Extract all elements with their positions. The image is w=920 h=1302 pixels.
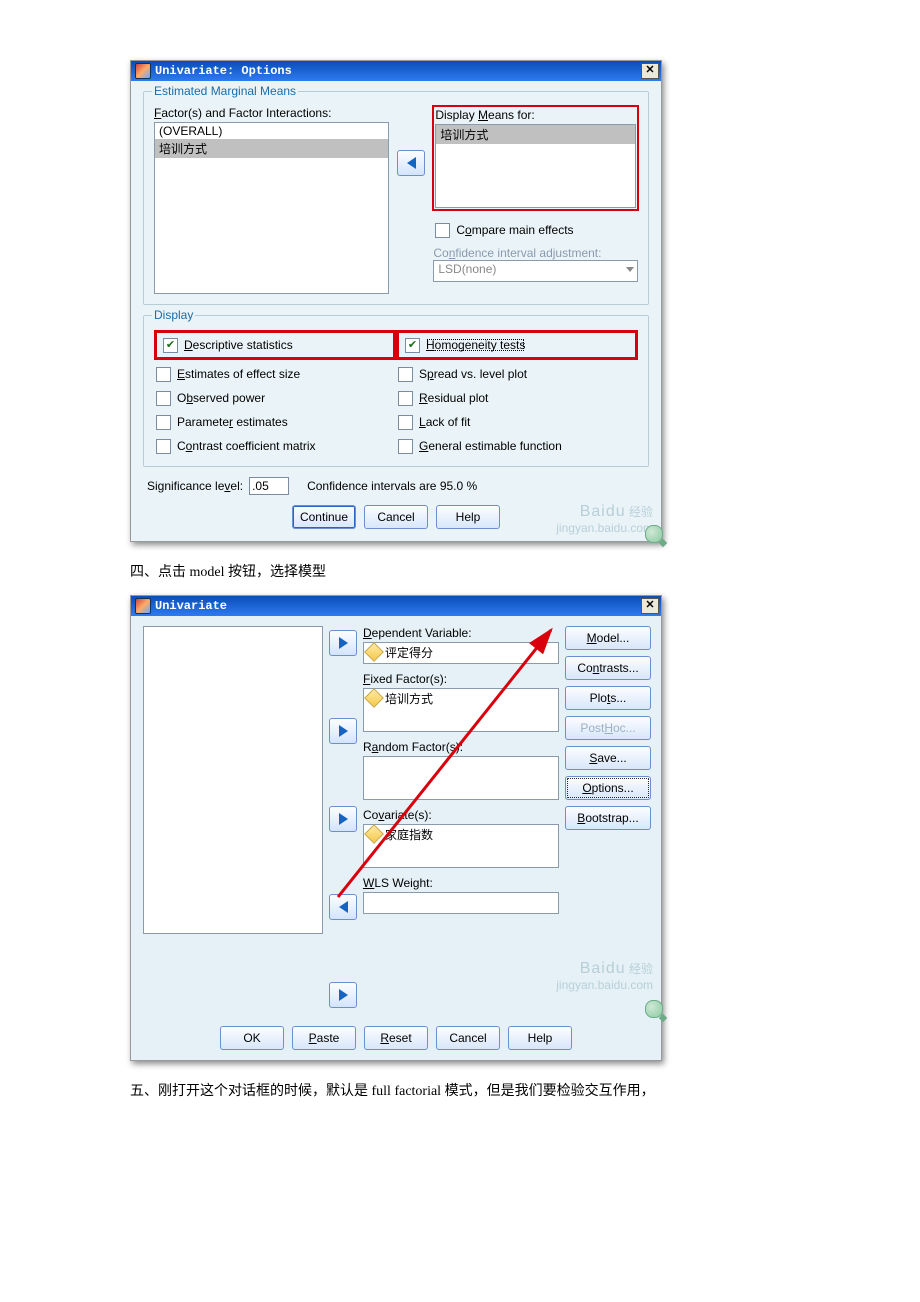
close-icon[interactable]: ✕ xyxy=(641,63,659,79)
contrasts-button[interactable]: Contrasts... xyxy=(565,656,651,680)
arrow-right-icon xyxy=(339,989,348,1001)
move-left-button[interactable] xyxy=(397,150,425,176)
plots-button[interactable]: Plots... xyxy=(565,686,651,710)
univariate-dialog: Univariate ✕ Dependent Variable: 评定得分 Fi… xyxy=(130,595,662,1061)
caption-step4: 四、点击 model 按钮，选择模型 xyxy=(130,560,790,585)
sig-input[interactable] xyxy=(249,477,289,495)
arrow-left-icon xyxy=(339,901,348,913)
ci-adjust-dropdown: LSD(none) xyxy=(433,260,638,282)
arrow-right-icon xyxy=(339,813,348,825)
ok-button[interactable]: OK xyxy=(220,1026,284,1050)
fixed-label: Fixed Factor(s): xyxy=(363,672,559,686)
continue-button[interactable]: Continue xyxy=(292,505,356,529)
help-button[interactable]: Help xyxy=(508,1026,572,1050)
factors-label: Factor(s) and Factor Interactions: xyxy=(154,106,389,120)
group-display-title: Display xyxy=(152,308,195,322)
move-random-button[interactable] xyxy=(329,806,357,832)
ci-adjust-label: Confidence interval adjustment: xyxy=(433,246,638,260)
group-emm: Estimated Marginal Means Factor(s) and F… xyxy=(143,91,649,305)
fixed-box[interactable]: 培训方式 xyxy=(363,688,559,732)
help-button[interactable]: Help xyxy=(436,505,500,529)
arrow-left-icon xyxy=(407,157,416,169)
move-fixed-button[interactable] xyxy=(329,718,357,744)
close-icon[interactable]: ✕ xyxy=(641,598,659,614)
list-item[interactable]: 培训方式 xyxy=(155,139,388,158)
factors-list[interactable]: (OVERALL) 培训方式 xyxy=(154,122,389,294)
title-bar[interactable]: Univariate ✕ xyxy=(131,596,661,616)
param-est-check[interactable]: Parameter estimates xyxy=(154,412,396,432)
cancel-button[interactable]: Cancel xyxy=(364,505,428,529)
contrast-matrix-check[interactable]: Contrast coefficient matrix xyxy=(154,436,396,456)
residual-plot-check[interactable]: Residual plot xyxy=(396,388,638,408)
gest-func-check[interactable]: General estimable function xyxy=(396,436,638,456)
model-button[interactable]: Model... xyxy=(565,626,651,650)
display-means-list[interactable]: 培训方式 xyxy=(435,124,636,208)
app-icon xyxy=(135,63,151,79)
wls-box[interactable] xyxy=(363,892,559,914)
spread-level-check[interactable]: Spread vs. level plot xyxy=(396,364,638,384)
ci-text: Confidence intervals are 95.0 % xyxy=(307,479,477,493)
effect-size-check[interactable]: Estimates of effect size xyxy=(154,364,396,384)
dialog-title: Univariate: Options xyxy=(155,64,292,78)
scale-var-icon xyxy=(364,688,384,708)
move-dep-button[interactable] xyxy=(329,630,357,656)
group-emm-title: Estimated Marginal Means xyxy=(152,84,298,98)
bootstrap-button[interactable]: Bootstrap... xyxy=(565,806,651,830)
group-display: Display ✔ Descriptive statistics Estimat… xyxy=(143,315,649,467)
compare-main-check[interactable]: Compare main effects xyxy=(433,220,638,240)
paste-button[interactable]: Paste xyxy=(292,1026,356,1050)
source-var-list[interactable] xyxy=(143,626,323,934)
cancel-button[interactable]: Cancel xyxy=(436,1026,500,1050)
arrow-right-icon xyxy=(339,725,348,737)
cov-box[interactable]: 家庭指数 xyxy=(363,824,559,868)
list-item[interactable]: 培训方式 xyxy=(436,125,635,144)
app-icon xyxy=(135,598,151,614)
random-label: Random Factor(s): xyxy=(363,740,559,754)
dialog-title: Univariate xyxy=(155,599,227,613)
arrow-right-icon xyxy=(339,637,348,649)
dep-box[interactable]: 评定得分 xyxy=(363,642,559,664)
scale-var-icon xyxy=(364,642,384,662)
observed-power-check[interactable]: Observed power xyxy=(154,388,396,408)
list-item[interactable]: (OVERALL) xyxy=(155,123,388,139)
reset-button[interactable]: Reset xyxy=(364,1026,428,1050)
caption-step5: 五、刚打开这个对话框的时候，默认是 full factorial 模式，但是我们… xyxy=(130,1079,790,1104)
magnifier-icon xyxy=(645,1000,663,1018)
options-dialog: Univariate: Options ✕ Estimated Marginal… xyxy=(130,60,662,542)
scale-var-icon xyxy=(364,824,384,844)
move-cov-button[interactable] xyxy=(329,894,357,920)
title-bar[interactable]: Univariate: Options ✕ xyxy=(131,61,661,81)
random-box[interactable] xyxy=(363,756,559,800)
cov-label: Covariate(s): xyxy=(363,808,559,822)
dep-label: Dependent Variable: xyxy=(363,626,559,640)
homogeneity-check[interactable]: ✔ Homogeneity tests xyxy=(403,335,527,355)
wls-label: WLS Weight: xyxy=(363,876,559,890)
save-button[interactable]: Save... xyxy=(565,746,651,770)
desc-stats-check[interactable]: ✔ Descriptive statistics xyxy=(161,335,295,355)
posthoc-button[interactable]: Post Hoc... xyxy=(565,716,651,740)
move-wls-button[interactable] xyxy=(329,982,357,1008)
sig-label: Significance level: xyxy=(147,479,243,493)
lack-fit-check[interactable]: Lack of fit xyxy=(396,412,638,432)
options-button[interactable]: Options... xyxy=(565,776,651,800)
display-means-label: Display Means for: xyxy=(435,108,636,122)
magnifier-icon xyxy=(645,525,663,543)
